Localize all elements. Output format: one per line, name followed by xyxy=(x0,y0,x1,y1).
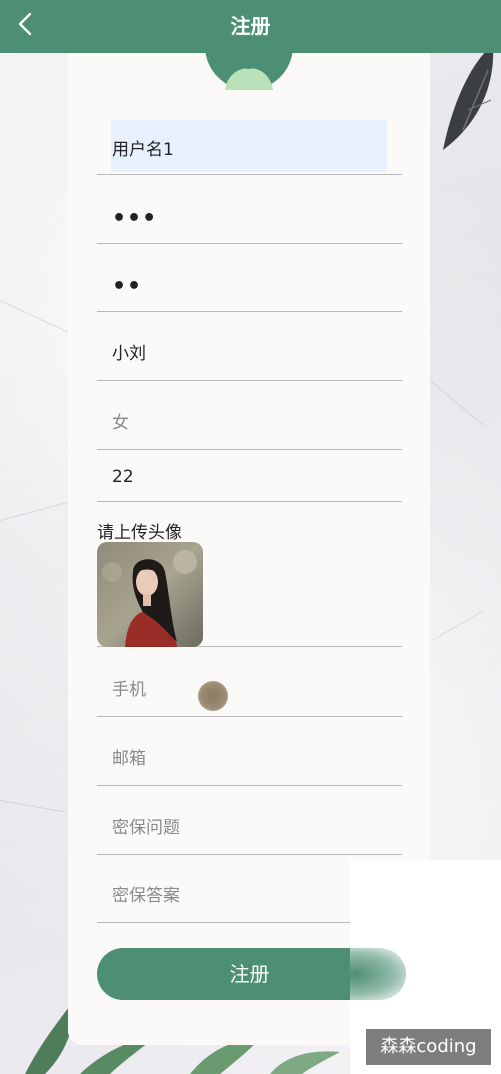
phone-field[interactable]: 手机 xyxy=(97,648,402,717)
touch-indicator xyxy=(198,681,228,711)
confirm-password-value: •• xyxy=(112,274,143,299)
age-field[interactable]: 22 xyxy=(97,449,402,502)
register-button-edge xyxy=(350,948,406,1000)
plant-leaf-decoration xyxy=(443,45,494,150)
nickname-value: 小刘 xyxy=(112,344,146,364)
password-value: ••• xyxy=(112,206,158,231)
age-value: 22 xyxy=(112,467,134,487)
username-field[interactable]: 用户名1 xyxy=(97,120,402,175)
avatar-upload-area[interactable] xyxy=(97,540,402,647)
gender-placeholder: 女 xyxy=(112,413,129,433)
gender-field[interactable]: 女 xyxy=(97,381,402,450)
password-field[interactable]: ••• xyxy=(97,175,402,244)
nickname-field[interactable]: 小刘 xyxy=(97,312,402,381)
confirm-password-field[interactable]: •• xyxy=(97,243,402,312)
security-answer-placeholder: 密保答案 xyxy=(112,886,180,906)
username-value: 用户名1 xyxy=(112,140,174,160)
watermark: 森森coding xyxy=(366,1029,491,1065)
email-field[interactable]: 邮箱 xyxy=(97,717,402,786)
top-navigation-bar: 注册 xyxy=(0,0,501,53)
email-placeholder: 邮箱 xyxy=(112,749,146,769)
page-title: 注册 xyxy=(230,14,271,38)
uploaded-avatar-image[interactable] xyxy=(97,542,203,647)
phone-placeholder: 手机 xyxy=(112,680,146,700)
security-question-field[interactable]: 密保问题 xyxy=(97,786,402,855)
security-question-placeholder: 密保问题 xyxy=(112,818,180,838)
